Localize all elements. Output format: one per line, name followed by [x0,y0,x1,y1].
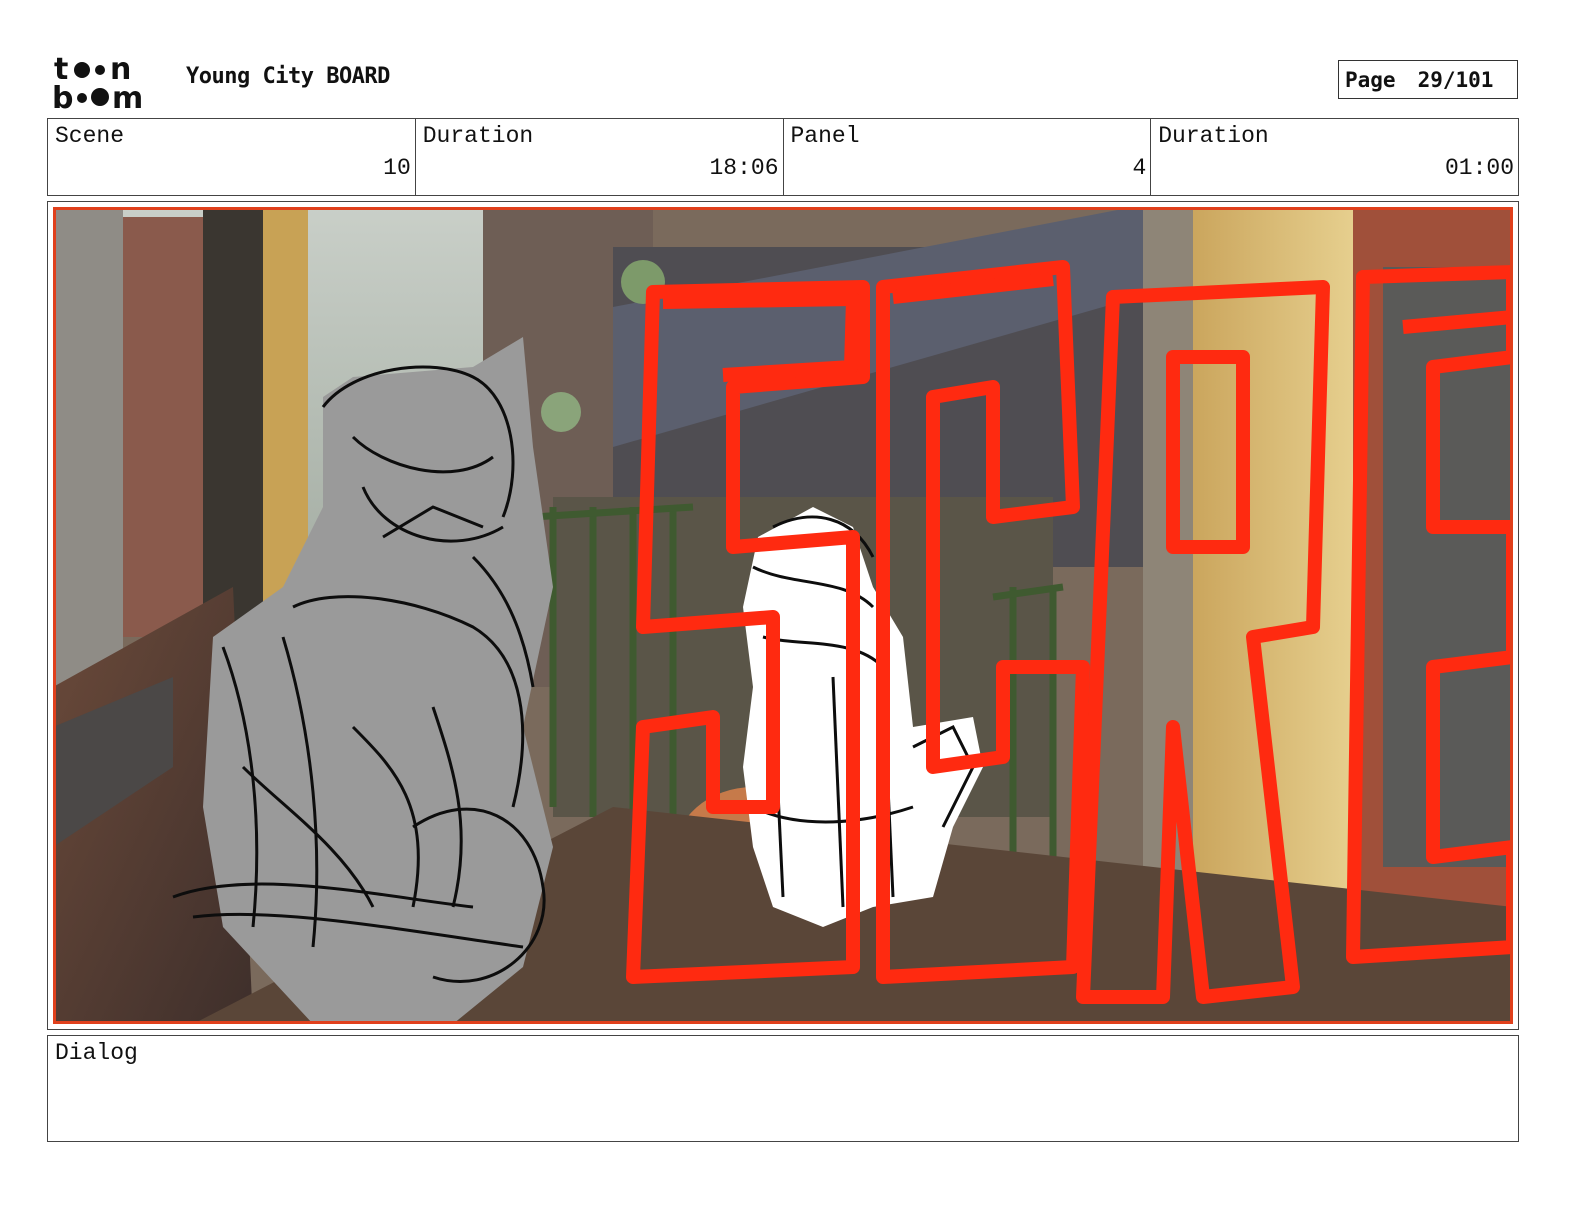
dialog-box: Dialog [47,1035,1519,1142]
scene-duration-value: 18:06 [709,155,779,181]
panel-duration-label: Duration [1158,123,1269,149]
scene-value: 10 [383,155,411,181]
page-label: Page [1345,67,1396,92]
scene-duration-cell: Duration 18:06 [416,119,784,195]
panel-label: Panel [790,123,860,149]
page-indicator: Page 29/101 [1338,60,1518,99]
storyboard-panel-image [53,207,1513,1024]
panel-value: 4 [1132,155,1147,181]
scene-cell: Scene 10 [48,119,416,195]
dialog-label: Dialog [55,1040,138,1066]
panel-info-row: Scene 10 Duration 18:06 Panel 4 Duration… [47,118,1519,196]
toon-boom-logo: t n b m [52,52,164,116]
panel-duration-cell: Duration 01:00 [1151,119,1518,195]
svg-text:b: b [52,81,73,112]
panel-duration-value: 01:00 [1444,155,1514,181]
panel-cell: Panel 4 [784,119,1152,195]
svg-text:m: m [112,81,143,112]
scene-duration-label: Duration [422,123,534,149]
page-number: 29/101 [1417,67,1494,92]
scene-label: Scene [55,123,125,149]
board-title: Young City BOARD [186,64,390,89]
